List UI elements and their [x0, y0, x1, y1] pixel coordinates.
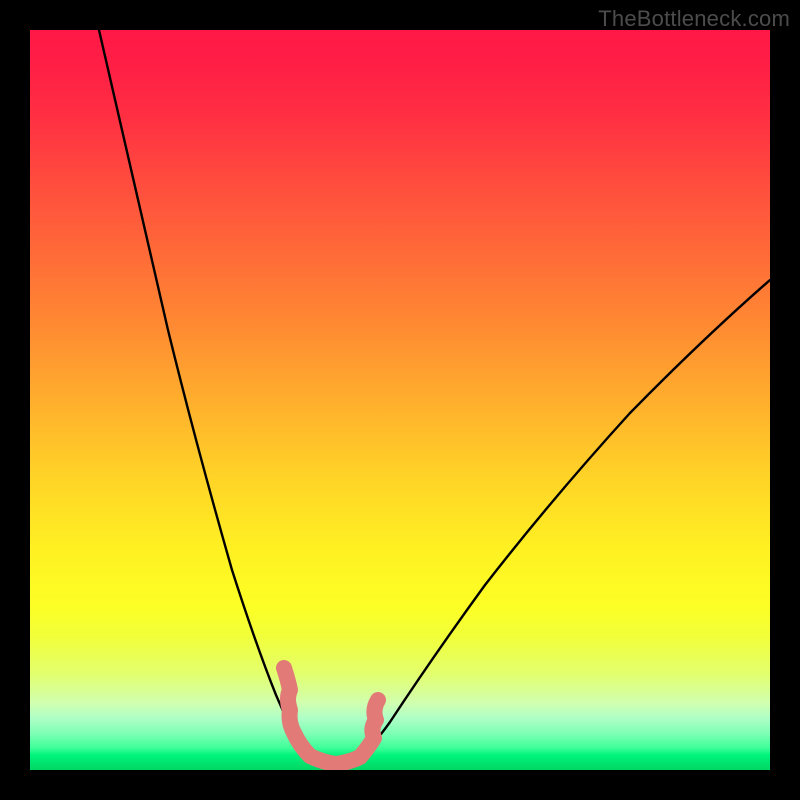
curve-layer: [30, 30, 770, 770]
left-curve: [99, 30, 318, 763]
right-curve: [352, 280, 770, 763]
plot-area: [30, 30, 770, 770]
watermark-text: TheBottleneck.com: [598, 6, 790, 32]
valley-marker: [284, 668, 378, 764]
chart-frame: TheBottleneck.com: [0, 0, 800, 800]
